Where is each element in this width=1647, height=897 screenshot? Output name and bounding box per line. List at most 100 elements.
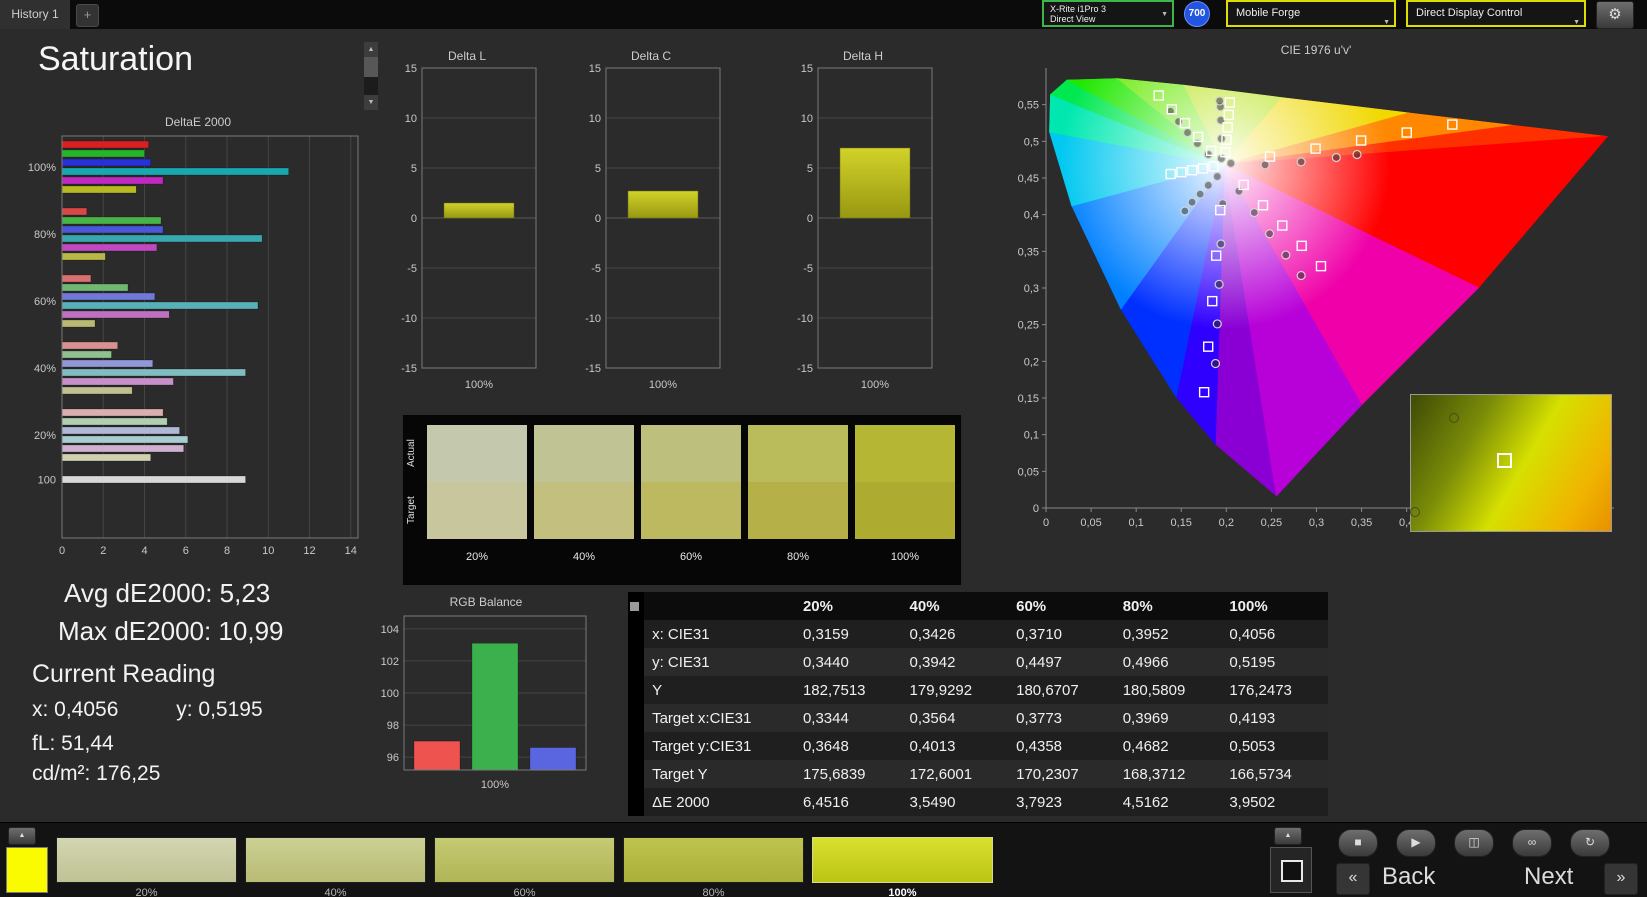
panel-scrollbar[interactable]: ▲ ▼ — [364, 42, 378, 110]
measured-point — [1353, 151, 1361, 159]
page-title: Saturation — [38, 40, 193, 79]
back-arrow-button[interactable]: « — [1336, 863, 1370, 895]
row-label: ΔE 2000 — [644, 788, 795, 816]
settings-gear-button[interactable]: ⚙ — [1596, 1, 1634, 29]
group-label: 100% — [28, 162, 56, 174]
pattern-fullscreen-button[interactable] — [1270, 847, 1312, 893]
measured-point — [1219, 200, 1227, 208]
table-cell: 0,3773 — [1008, 704, 1115, 732]
display-control-dropdown[interactable]: Direct Display Control ▼ — [1406, 0, 1586, 27]
measured-point — [1261, 161, 1269, 169]
y-tick-label: 0 — [595, 213, 601, 225]
x-tick-label: 10 — [262, 545, 274, 557]
meter-dropdown[interactable]: X-Rite i1Pro 3 Direct View ▼ — [1042, 0, 1174, 27]
y-tick-label: 10 — [801, 113, 813, 125]
target-swatch — [855, 482, 955, 539]
measured-point — [1250, 208, 1258, 216]
measured-point — [1297, 158, 1305, 166]
table-cell: 0,3952 — [1115, 620, 1222, 648]
pattern-window-button[interactable]: ◫ — [1454, 829, 1494, 857]
table-cell: 0,3426 — [902, 620, 1009, 648]
row-label: x: CIE31 — [644, 620, 795, 648]
measured-point — [1216, 97, 1224, 105]
top-bar: History 1 + X-Rite i1Pro 3 Direct View ▼… — [0, 0, 1647, 29]
delta-c-chart-title: Delta C — [576, 48, 726, 64]
scrollbar-down-button[interactable]: ▼ — [364, 95, 378, 110]
category-label: 100% — [481, 779, 509, 791]
y-readout: y: 0,5195 — [176, 698, 262, 721]
next-button[interactable]: Next — [1524, 863, 1573, 891]
y-tick-label: 0,15 — [1018, 393, 1039, 405]
table-cell: 0,3564 — [902, 704, 1009, 732]
table-cell: 175,6839 — [795, 760, 902, 788]
de2000-bar — [62, 418, 167, 425]
y-tick-label: -15 — [401, 363, 417, 375]
x-tick-label: 0 — [1043, 517, 1049, 529]
pattern-patch-label: 20% — [56, 887, 237, 897]
measured-point — [1282, 251, 1290, 259]
measured-point — [1193, 140, 1201, 148]
table-row: y: CIE310,34400,39420,44970,49660,5195 — [628, 648, 1328, 676]
actual-swatch — [748, 425, 848, 482]
y-tick-label: 15 — [405, 64, 417, 75]
target-swatch — [427, 482, 527, 539]
continuous-measure-button[interactable]: ∞ — [1512, 829, 1552, 857]
table-cell: 180,5809 — [1115, 676, 1222, 704]
history-tab[interactable]: History 1 — [0, 0, 70, 29]
chevron-down-icon: ▼ — [1383, 11, 1390, 34]
add-tab-button[interactable]: + — [76, 4, 99, 27]
category-label: 100% — [649, 379, 677, 391]
table-cell: 0,5195 — [1221, 648, 1328, 676]
pattern-patch-100%[interactable] — [812, 837, 993, 883]
deltae2000-chart: DeltaE 2000 02468101214100%80%60%40%20%1… — [10, 114, 386, 594]
de2000-bar — [62, 226, 163, 233]
pattern-patch-40%[interactable] — [245, 837, 426, 883]
x-tick-label: 8 — [224, 545, 230, 557]
de2000-bar — [62, 186, 136, 193]
patch-list-scroll-up-right[interactable]: ▲ — [1274, 827, 1302, 845]
next-arrow-button[interactable]: » — [1604, 863, 1638, 895]
actual-swatch — [534, 425, 634, 482]
fl-readout: fL: 51,44 — [32, 732, 114, 756]
table-cell: 0,4682 — [1115, 732, 1222, 760]
bottom-bar: ▲ 20%40%60%80%100% ▲ ■▶◫∞↻ « Back Next » — [0, 822, 1647, 897]
actual-row-label: Actual — [406, 425, 422, 482]
table-cell: 0,4013 — [902, 732, 1009, 760]
measurement-table: 20%40%60%80%100% x: CIE310,31590,34260,3… — [628, 592, 1328, 816]
x-tick-label: 0,1 — [1129, 517, 1144, 529]
measured-point — [1266, 230, 1274, 238]
inset-target-marker — [1497, 453, 1512, 468]
de2000-bar — [62, 311, 169, 318]
pattern-patch-20%[interactable] — [56, 837, 237, 883]
measurement-table-wrap: 20%40%60%80%100% x: CIE310,31590,34260,3… — [628, 592, 1328, 818]
table-row: Y182,7513179,9292180,6707180,5809176,247… — [628, 676, 1328, 704]
de2000-bar — [62, 387, 132, 394]
y-tick-label: -15 — [797, 363, 813, 375]
stop-button[interactable]: ■ — [1338, 829, 1378, 857]
patch-list-scroll-up-left[interactable]: ▲ — [8, 827, 36, 845]
pattern-source-dropdown[interactable]: Mobile Forge ▼ — [1226, 0, 1396, 27]
row-label-header — [644, 592, 795, 620]
table-cell: 166,5734 — [1221, 760, 1328, 788]
table-column-header: 80% — [1115, 592, 1222, 620]
cdm2-readout: cd/m²: 176,25 — [32, 762, 160, 786]
play-button[interactable]: ▶ — [1396, 829, 1436, 857]
de2000-bar — [62, 244, 157, 251]
table-cell: 180,6707 — [1008, 676, 1115, 704]
row-leader — [628, 620, 644, 648]
de2000-bar — [62, 168, 289, 175]
pattern-patch-60%[interactable] — [434, 837, 615, 883]
loop-button[interactable]: ↻ — [1570, 829, 1610, 857]
rgb-balance-chart-title: RGB Balance — [360, 594, 612, 610]
chevron-down-icon: ▼ — [1161, 11, 1168, 18]
table-cell: 182,7513 — [795, 676, 902, 704]
display-control-label: Direct Display Control — [1416, 7, 1522, 19]
delta-bar — [840, 148, 910, 218]
scrollbar-thumb[interactable] — [364, 57, 378, 77]
table-cell: 0,3440 — [795, 648, 902, 676]
max-de2000-readout: Max dE2000: 10,99 — [58, 616, 284, 647]
y-tick-label: 0 — [807, 213, 813, 225]
pattern-patch-80%[interactable] — [623, 837, 804, 883]
scrollbar-up-button[interactable]: ▲ — [364, 42, 378, 57]
back-button[interactable]: Back — [1382, 863, 1435, 891]
